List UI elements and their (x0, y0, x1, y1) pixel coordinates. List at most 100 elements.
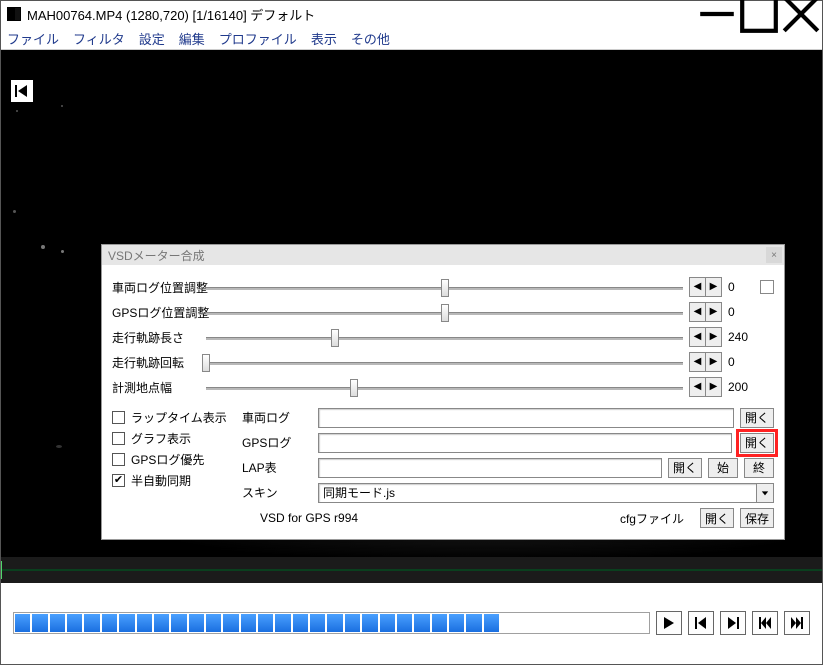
dialog-close-button[interactable]: × (766, 247, 782, 263)
progress-bar[interactable] (13, 612, 650, 634)
vehicle-log-input[interactable] (318, 408, 734, 428)
window-buttons (696, 1, 822, 27)
play-button[interactable] (656, 611, 682, 635)
close-icon: × (771, 250, 777, 261)
checkbox[interactable] (112, 411, 125, 424)
lap-table-input[interactable] (318, 458, 662, 478)
gps-log-input[interactable] (318, 433, 732, 453)
nudge-buttons: ◀▶ (689, 277, 722, 297)
nudge-right-button[interactable]: ▶ (705, 328, 721, 346)
path-column: 車両ログ 開く GPSログ 開く LAP表 (242, 405, 774, 529)
menu-file[interactable]: ファイル (7, 29, 59, 48)
skin-select[interactable]: 同期モード.js (318, 483, 774, 503)
gps-log-row: GPSログ 開く (242, 430, 774, 455)
skin-select-value: 同期モード.js (323, 484, 395, 501)
dialog-title: VSDメーター合成 (108, 247, 205, 264)
gps-log-open-button[interactable]: 開く (740, 433, 774, 453)
slider-row: GPSログ位置調整◀▶0 (112, 300, 774, 324)
checkbox-row: ✔半自動同期 (112, 470, 242, 491)
lap-table-end-button[interactable]: 終 (744, 458, 774, 478)
minimize-button[interactable] (696, 1, 738, 27)
checkbox[interactable]: ✔ (112, 474, 125, 487)
nudge-right-button[interactable]: ▶ (705, 303, 721, 321)
cfg-open-button[interactable]: 開く (700, 508, 734, 528)
slider-label: 走行軌跡長さ (112, 329, 206, 346)
skin-row: スキン 同期モード.js (242, 480, 774, 505)
slider-value: 240 (728, 330, 752, 344)
next-keyframe-button[interactable] (720, 611, 746, 635)
vehicle-log-label: 車両ログ (242, 409, 312, 426)
slider-row: 走行軌跡回転 ◀▶ 0 (112, 350, 774, 374)
checkbox-label: ラップタイム表示 (131, 409, 227, 426)
main-window: MAH00764.MP4 (1280,720) [1/16140] デフォルト … (0, 0, 823, 665)
checkbox-column: ラップタイム表示グラフ表示 GPSログ優先 ✔半自動同期 (112, 405, 242, 529)
cfg-file-label: cfgファイル (620, 510, 684, 527)
menu-other[interactable]: その他 (351, 29, 390, 48)
skin-label: スキン (242, 484, 312, 501)
minimize-icon (696, 0, 738, 35)
nudge-left-button[interactable]: ◀ (690, 353, 705, 371)
vehicle-log-open-button[interactable]: 開く (740, 408, 774, 428)
checkbox[interactable] (112, 453, 125, 466)
checkbox[interactable] (112, 432, 125, 445)
slider-track[interactable] (206, 353, 683, 371)
lap-table-label: LAP表 (242, 459, 312, 476)
nudge-left-button[interactable]: ◀ (690, 378, 705, 396)
slider-row: 車両ログ位置調整◀▶0 (112, 275, 774, 299)
slider-track[interactable] (206, 278, 683, 296)
next-keyframe-icon (726, 616, 740, 630)
slider-track[interactable] (206, 303, 683, 321)
slider-label: 走行軌跡回転 (112, 354, 206, 371)
menu-filter[interactable]: フィルタ (73, 29, 125, 48)
nudge-buttons: ◀▶ (689, 352, 722, 372)
titlebar: MAH00764.MP4 (1280,720) [1/16140] デフォルト (1, 1, 822, 27)
maximize-button[interactable] (738, 1, 780, 27)
nudge-left-button[interactable]: ◀ (690, 328, 705, 346)
nudge-right-button[interactable]: ▶ (705, 378, 721, 396)
prev-keyframe-button[interactable] (688, 611, 714, 635)
lap-table-open-button[interactable]: 開く (668, 458, 702, 478)
chevron-down-icon (756, 484, 773, 502)
highlight-box: 開く (736, 429, 778, 457)
corner-checkbox[interactable] (760, 280, 774, 294)
rewind-to-start-button[interactable] (11, 80, 33, 102)
play-icon (662, 616, 676, 630)
cfg-save-button[interactable]: 保存 (740, 508, 774, 528)
slider-value: 0 (728, 355, 752, 369)
nudge-left-button[interactable]: ◀ (690, 303, 705, 321)
maximize-icon (738, 0, 780, 35)
close-button[interactable] (780, 1, 822, 27)
player-controls (1, 583, 822, 653)
slider-row: 計測地点幅 ◀▶ 200 (112, 375, 774, 399)
nudge-right-button[interactable]: ▶ (705, 353, 721, 371)
slider-value: 200 (728, 380, 752, 394)
version-label: VSD for GPS r994 (260, 511, 358, 525)
rewind-to-start-icon (15, 84, 29, 98)
slider-track[interactable] (206, 328, 683, 346)
dialog-title-bar[interactable]: VSDメーター合成 × (102, 245, 784, 265)
window-title: MAH00764.MP4 (1280,720) [1/16140] デフォルト (27, 5, 696, 24)
checkbox-label: グラフ表示 (131, 430, 191, 447)
info-row: VSD for GPS r994 cfgファイル 開く 保存 (242, 507, 774, 529)
last-frame-button[interactable] (784, 611, 810, 635)
slider-row: 走行軌跡長さ ◀▶ 240 (112, 325, 774, 349)
first-frame-button[interactable] (752, 611, 778, 635)
lap-table-start-button[interactable]: 始 (708, 458, 738, 478)
menu-view[interactable]: 表示 (311, 29, 337, 48)
checkbox-row: ラップタイム表示 (112, 407, 242, 428)
menu-settings[interactable]: 設定 (139, 29, 165, 48)
slider-label: GPSログ位置調整 (112, 304, 206, 321)
nudge-left-button[interactable]: ◀ (690, 278, 705, 296)
checkbox-label: GPSログ優先 (131, 451, 204, 468)
menu-profile[interactable]: プロファイル (219, 29, 297, 48)
vsd-meter-dialog: VSDメーター合成 × 車両ログ位置調整◀▶0GPSログ位置調整◀▶0走行軌跡長… (101, 244, 785, 540)
nudge-right-button[interactable]: ▶ (705, 278, 721, 296)
nudge-buttons: ◀▶ (689, 327, 722, 347)
timeline-strip[interactable] (1, 557, 822, 583)
slider-track[interactable] (206, 378, 683, 396)
menu-edit[interactable]: 編集 (179, 29, 205, 48)
video-preview: VSDメーター合成 × 車両ログ位置調整◀▶0GPSログ位置調整◀▶0走行軌跡長… (1, 50, 822, 557)
slider-label: 計測地点幅 (112, 379, 206, 396)
last-frame-icon (790, 616, 804, 630)
close-icon (780, 0, 822, 35)
